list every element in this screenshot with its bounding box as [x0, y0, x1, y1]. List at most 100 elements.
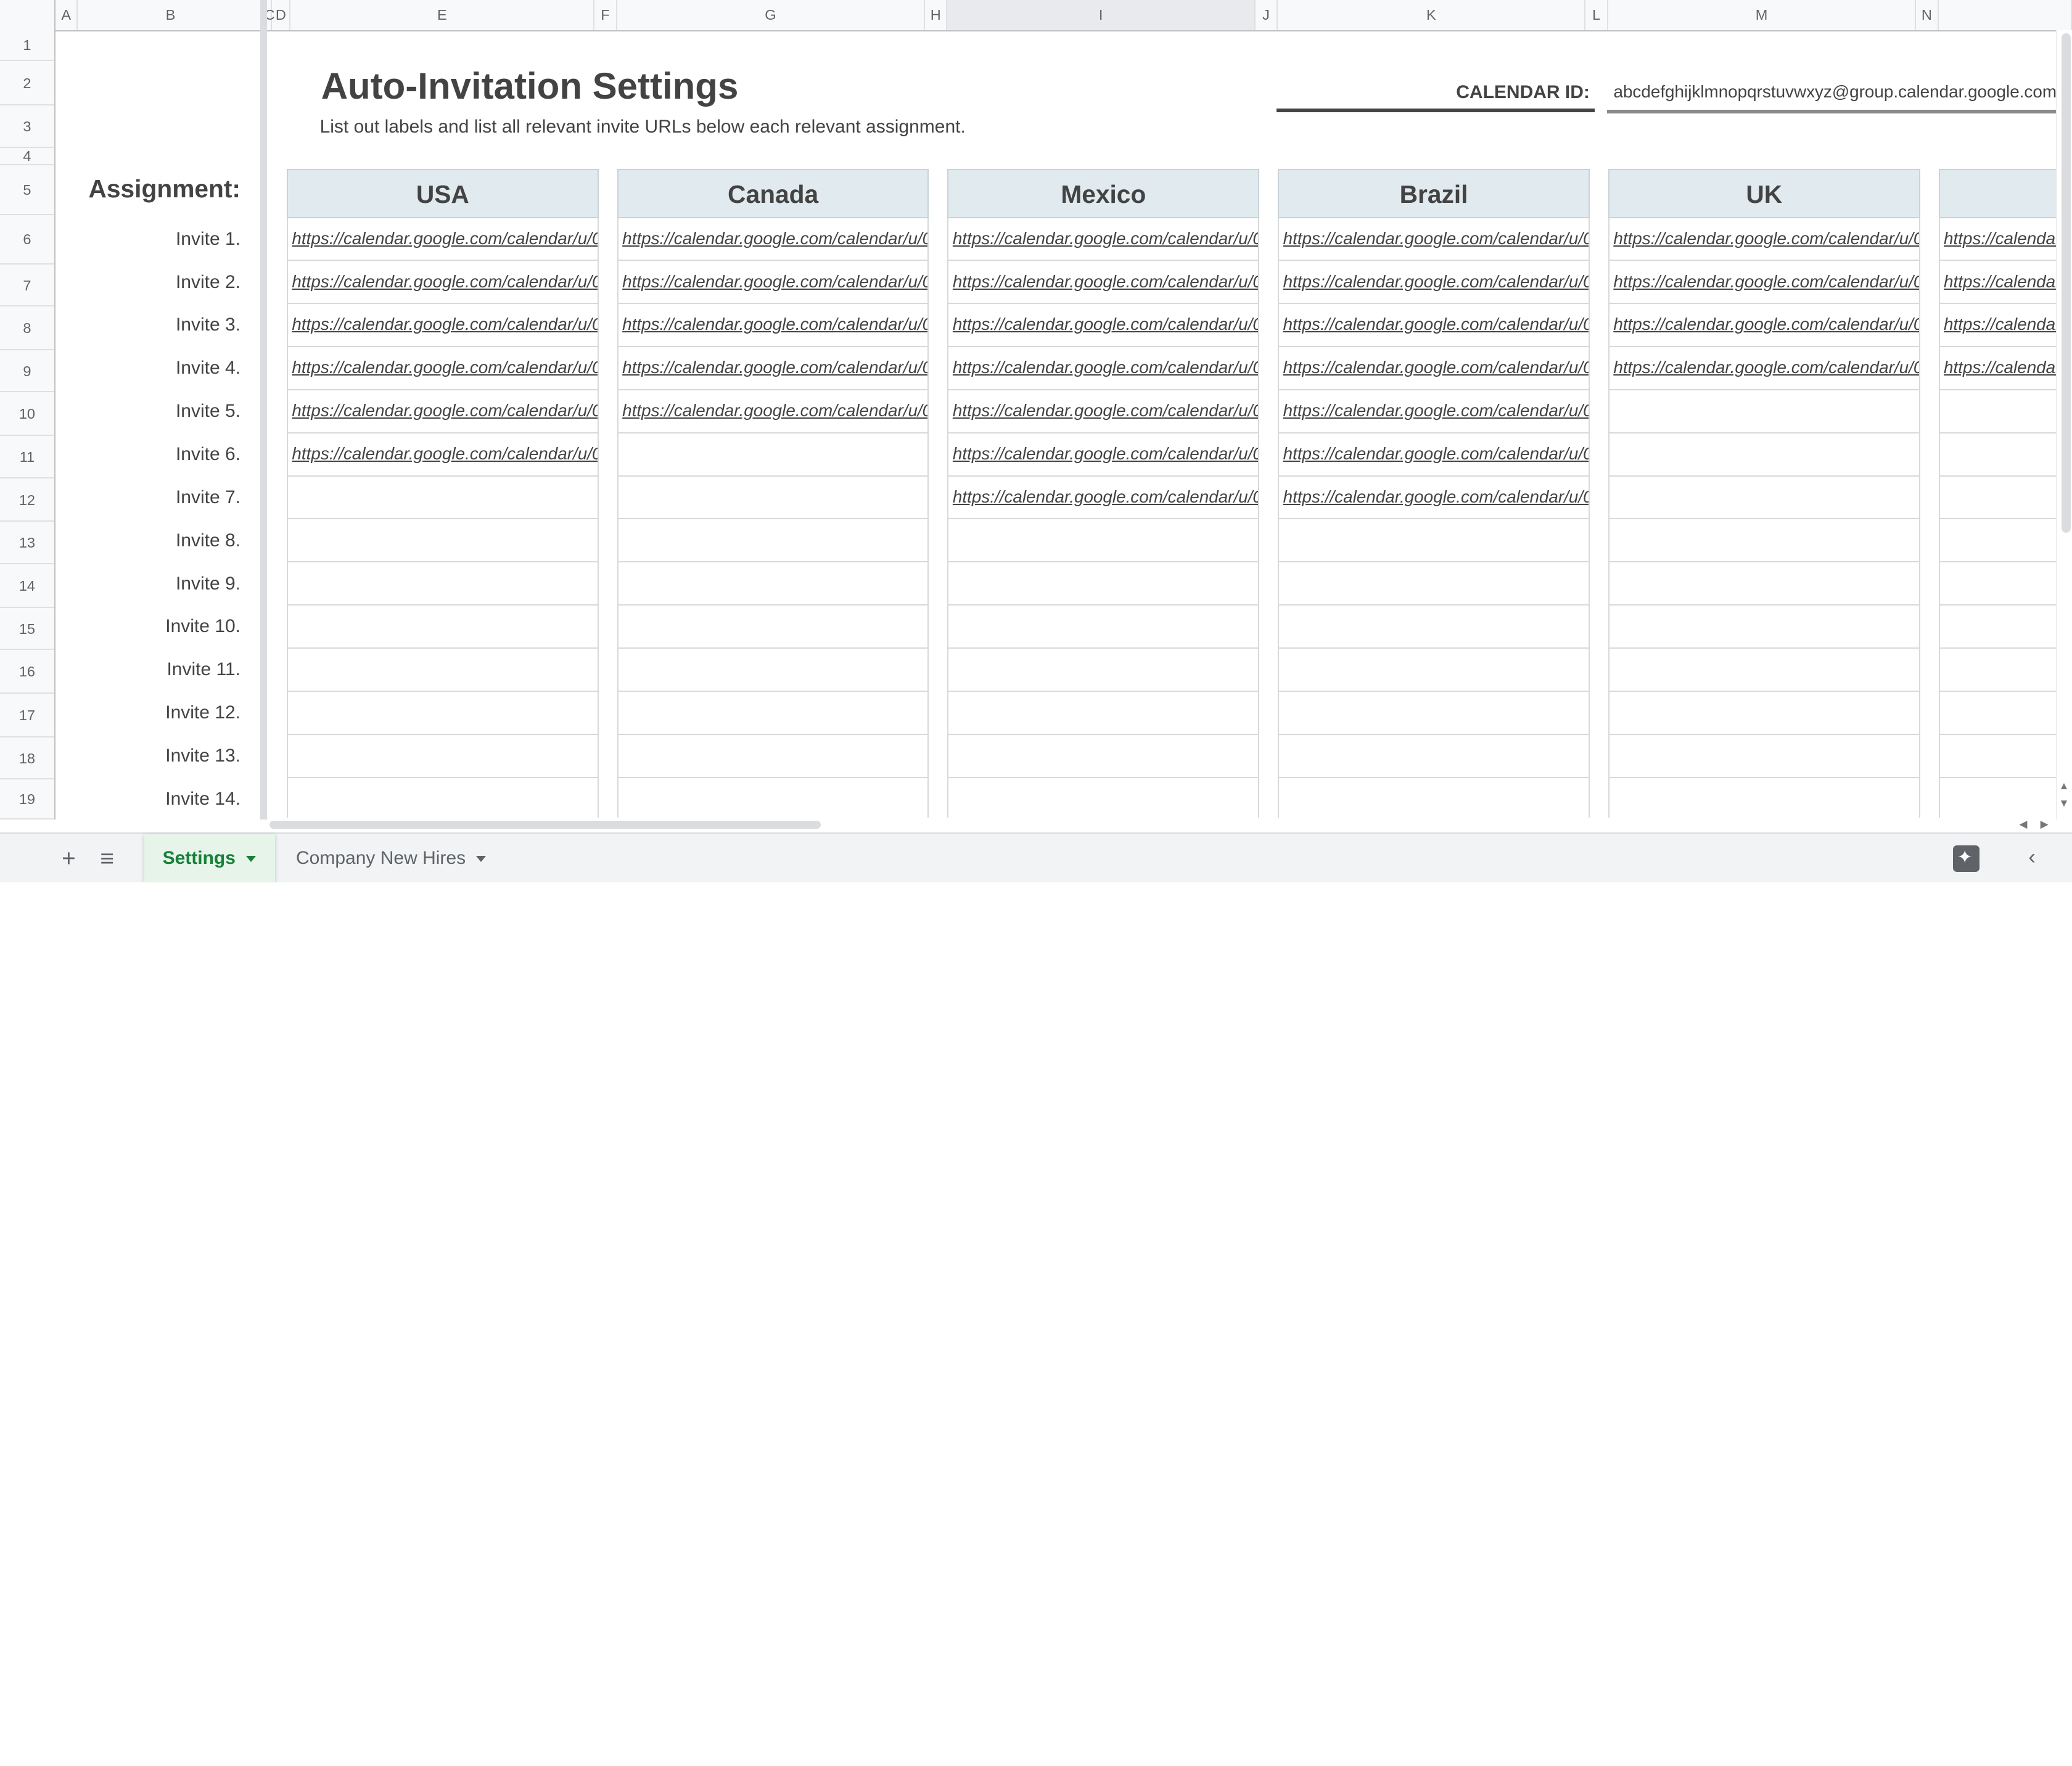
horizontal-scrollbar[interactable]: ◀ ▶: [266, 818, 2057, 833]
column-header-i[interactable]: I: [947, 0, 1256, 31]
invite-url-cell[interactable]: [1938, 519, 2059, 563]
invite-url-cell[interactable]: [617, 734, 929, 778]
invite-url-link[interactable]: https://calendar.google.com/calendar/u/0…: [953, 444, 1258, 464]
invite-url-cell[interactable]: https://calendar.google.com/calendar/u/0…: [617, 347, 929, 390]
invite-url-link[interactable]: https://calendar.google.com/calendar/u/0…: [622, 358, 927, 377]
column-header-d[interactable]: D: [272, 0, 291, 31]
invite-url-cell[interactable]: [617, 649, 929, 692]
collapse-side-panel-icon[interactable]: ‹: [2028, 845, 2035, 869]
horizontal-scroll-thumb[interactable]: [269, 820, 821, 829]
invite-url-cell[interactable]: [1608, 390, 1920, 433]
row-header-19[interactable]: 19: [0, 779, 54, 819]
explore-icon[interactable]: [1953, 845, 1980, 873]
invite-url-cell[interactable]: [1938, 433, 2059, 477]
invite-url-link[interactable]: https://calendar.google.com/calendar/u/0…: [622, 314, 927, 334]
invite-url-cell[interactable]: [1278, 778, 1590, 819]
invite-url-cell[interactable]: https://calendar.google.com/calendar/u/0…: [1278, 433, 1590, 477]
invite-url-cell[interactable]: [617, 691, 929, 735]
invite-url-link[interactable]: https://calendar.google.com/calendar/u/0…: [292, 229, 597, 248]
invite-url-link[interactable]: https://calendar.google.com/calendar/u/0…: [1283, 358, 1589, 377]
invite-url-cell[interactable]: https://calendar.google.com/calendar/u/0…: [947, 390, 1260, 433]
invite-url-link[interactable]: https://calendar.google.com/calendar/u/0…: [1613, 314, 1918, 334]
invite-url-cell[interactable]: [1608, 476, 1920, 520]
scroll-left-icon[interactable]: ◀: [2019, 818, 2027, 831]
invite-url-cell[interactable]: https://calendar.google.com/calendar/u/0…: [617, 390, 929, 433]
invite-url-cell[interactable]: [617, 519, 929, 563]
tab-company-new-hires-caret-icon[interactable]: [476, 856, 487, 862]
invite-url-cell[interactable]: [1938, 778, 2059, 819]
invite-url-cell[interactable]: https://calendar: [1938, 261, 2059, 305]
invite-url-cell[interactable]: https://calendar.google.com/calendar/u/0…: [947, 347, 1260, 390]
invite-url-cell[interactable]: [287, 519, 599, 563]
invite-url-cell[interactable]: [287, 476, 599, 520]
invite-url-cell[interactable]: [1608, 519, 1920, 563]
invite-url-cell[interactable]: [947, 519, 1260, 563]
row-header-3[interactable]: 3: [0, 105, 54, 148]
invite-url-link[interactable]: https://calendar.google.com/calendar/u/0…: [622, 229, 927, 248]
invite-url-link[interactable]: https://calendar.google.com/calendar/u/0…: [622, 272, 927, 292]
country-header[interactable]: [1938, 169, 2059, 218]
freeze-pane-divider[interactable]: [260, 0, 267, 819]
invite-url-cell[interactable]: [1938, 476, 2059, 520]
row-header-14[interactable]: 14: [0, 564, 54, 608]
invite-url-cell[interactable]: https://calendar.google.com/calendar/u/0…: [1278, 218, 1590, 261]
invite-url-cell[interactable]: [947, 562, 1260, 606]
invite-url-cell[interactable]: https://calendar.google.com/calendar/u/0…: [287, 433, 599, 477]
invite-url-cell[interactable]: [287, 734, 599, 778]
invite-url-cell[interactable]: https://calendar: [1938, 347, 2059, 390]
invite-url-cell[interactable]: https://calendar.google.com/calendar/u/0…: [1608, 218, 1920, 261]
tab-settings-caret-icon[interactable]: [246, 856, 257, 862]
invite-url-cell[interactable]: [947, 649, 1260, 692]
invite-url-link[interactable]: https://calendar.google.com/calendar/u/0…: [1613, 272, 1918, 292]
invite-url-cell[interactable]: [1938, 390, 2059, 433]
invite-url-cell[interactable]: https://calendar.google.com/calendar/u/0…: [947, 304, 1260, 348]
invite-url-link[interactable]: https://calendar.google.com/calendar/u/0…: [1613, 229, 1918, 248]
invite-url-cell[interactable]: https://calendar.google.com/calendar/u/0…: [287, 304, 599, 348]
column-header-h[interactable]: H: [925, 0, 948, 31]
column-header-k[interactable]: K: [1278, 0, 1586, 31]
invite-url-cell[interactable]: [947, 778, 1260, 819]
invite-url-cell[interactable]: [1608, 734, 1920, 778]
invite-url-cell[interactable]: https://calendar.google.com/calendar/u/0…: [287, 390, 599, 433]
invite-url-link[interactable]: https://calendar.google.com/calendar/u/0…: [1613, 358, 1918, 377]
vertical-scrollbar[interactable]: ▲ ▼: [2056, 30, 2072, 819]
invite-url-link[interactable]: https://calendar.google.com/calendar/u/0…: [292, 272, 597, 292]
invite-url-cell[interactable]: [287, 691, 599, 735]
invite-url-cell[interactable]: [287, 562, 599, 606]
invite-url-link[interactable]: https://calendar.google.com/calendar/u/0…: [1283, 487, 1589, 507]
row-header-8[interactable]: 8: [0, 306, 54, 350]
invite-url-link[interactable]: https://calendar: [1944, 229, 2059, 248]
invite-url-cell[interactable]: [1278, 519, 1590, 563]
invite-url-cell[interactable]: https://calendar.google.com/calendar/u/0…: [947, 218, 1260, 261]
all-sheets-menu-icon[interactable]: ≡: [92, 844, 121, 873]
invite-url-cell[interactable]: [617, 606, 929, 649]
row-header-18[interactable]: 18: [0, 737, 54, 780]
column-header-g[interactable]: G: [617, 0, 925, 31]
invite-url-cell[interactable]: [287, 778, 599, 819]
invite-url-cell[interactable]: https://calendar.google.com/calendar/u/0…: [1608, 261, 1920, 305]
column-header-l[interactable]: L: [1585, 0, 1608, 31]
tab-company-new-hires[interactable]: Company New Hires: [286, 834, 505, 882]
invite-url-cell[interactable]: [617, 476, 929, 520]
scroll-up-icon[interactable]: ▲: [2058, 779, 2069, 792]
invite-url-link[interactable]: https://calendar: [1944, 358, 2059, 377]
row-header-5[interactable]: 5: [0, 165, 54, 216]
invite-url-cell[interactable]: [1938, 734, 2059, 778]
invite-url-cell[interactable]: [1608, 778, 1920, 819]
row-header-7[interactable]: 7: [0, 265, 54, 307]
row-header-13[interactable]: 13: [0, 522, 54, 564]
scroll-right-icon[interactable]: ▶: [2041, 818, 2049, 831]
column-header-n[interactable]: N: [1916, 0, 1939, 31]
row-header-1[interactable]: 1: [0, 30, 54, 61]
invite-url-link[interactable]: https://calendar.google.com/calendar/u/0…: [1283, 444, 1589, 464]
country-header[interactable]: Mexico: [947, 169, 1260, 218]
invite-url-link[interactable]: https://calendar.google.com/calendar/u/0…: [953, 229, 1258, 248]
invite-url-cell[interactable]: https://calendar.google.com/calendar/u/0…: [287, 347, 599, 390]
invite-url-cell[interactable]: https://calendar.google.com/calendar/u/0…: [1278, 476, 1590, 520]
column-header-m[interactable]: M: [1608, 0, 1917, 31]
invite-url-link[interactable]: https://calendar.google.com/calendar/u/0…: [1283, 229, 1589, 248]
invite-url-cell[interactable]: [287, 606, 599, 649]
invite-url-link[interactable]: https://calendar.google.com/calendar/u/0…: [292, 444, 597, 464]
invite-url-cell[interactable]: https://calendar: [1938, 218, 2059, 261]
invite-url-cell[interactable]: [1938, 562, 2059, 606]
